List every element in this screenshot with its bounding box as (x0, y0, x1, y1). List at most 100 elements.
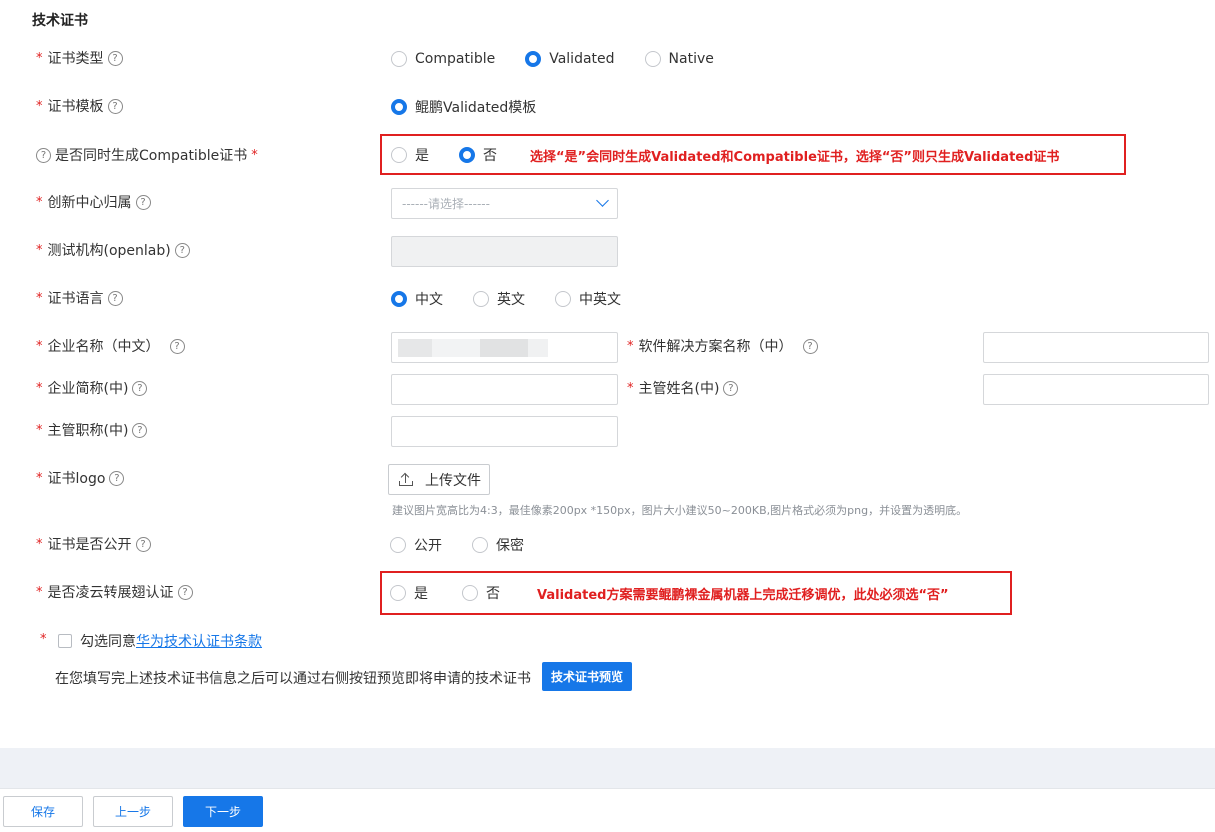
radio-circle[interactable] (555, 291, 571, 307)
save-button[interactable]: 保存 (3, 796, 83, 827)
redacted-block (528, 339, 548, 357)
cert-public-option-private[interactable]: 保密 (472, 535, 524, 555)
company-short-input[interactable] (391, 374, 618, 405)
help-icon[interactable]: ? (802, 338, 818, 354)
section-title: 技术证书 (32, 13, 88, 29)
innovation-center-select[interactable]: ------请选择------ (391, 188, 618, 219)
radio-circle[interactable] (644, 51, 661, 67)
help-icon[interactable]: ? (36, 147, 51, 163)
lingyun-label: * 是否凌云转展翅认证 ? (36, 582, 193, 602)
help-icon[interactable]: ? (723, 380, 739, 396)
cert-type-label: * 证书类型 ? (36, 48, 123, 68)
required-mark: * (36, 194, 43, 210)
cert-template-radio-group: 鲲鹏Validated模板 (391, 97, 566, 117)
radio-circle-selected[interactable] (391, 291, 407, 307)
cert-language-label: * 证书语言 ? (36, 288, 123, 308)
help-icon[interactable]: ? (135, 194, 151, 210)
help-icon[interactable]: ? (107, 290, 123, 306)
solution-name-input[interactable] (983, 332, 1209, 363)
prev-step-button[interactable]: 上一步 (93, 796, 173, 827)
required-mark: * (36, 50, 43, 66)
radio-circle[interactable] (390, 537, 406, 553)
cert-language-option-english[interactable]: 英文 (473, 289, 525, 309)
radio-circle-selected[interactable] (391, 99, 407, 115)
radio-circle[interactable] (391, 51, 407, 67)
help-icon[interactable]: ? (169, 338, 185, 354)
help-icon[interactable]: ? (132, 422, 148, 438)
test-org-label: * 测试机构(openlab) ? (36, 240, 190, 260)
required-mark: * (36, 338, 43, 354)
cert-template-option-kunpeng[interactable]: 鲲鹏Validated模板 (391, 97, 536, 117)
cert-language-option-bilingual[interactable]: 中英文 (555, 289, 621, 309)
gen-compatible-radio-group: 是 否 (391, 145, 527, 165)
cert-public-radio-group: 公开 保密 (390, 535, 554, 555)
logo-hint-text: 建议图片宽高比为4:3，最佳像素200px *150px，图片大小建议50~20… (392, 504, 968, 517)
redacted-block (480, 339, 528, 357)
cert-type-radio-group: Compatible Validated Native (391, 49, 744, 69)
annotation-text-lingyun: Validated方案需要鲲鹏裸金属机器上完成迁移调优，此处必须选“否” (537, 588, 949, 603)
select-placeholder: ------请选择------ (402, 197, 490, 211)
cert-preview-button[interactable]: 技术证书预览 (542, 662, 632, 691)
help-icon[interactable]: ? (135, 536, 151, 552)
upload-file-button[interactable]: 上传文件 (388, 464, 490, 495)
radio-circle-selected[interactable] (459, 147, 475, 163)
company-name-label: * 企业名称（中文） ? (36, 336, 185, 356)
required-mark: * (36, 470, 43, 486)
gen-compatible-label: ? 是否同时生成Compatible证书 * (36, 145, 258, 165)
terms-link[interactable]: 华为技术认证书条款 (136, 634, 262, 650)
required-mark: * (36, 242, 43, 258)
radio-circle[interactable] (390, 585, 406, 601)
lingyun-option-no[interactable]: 否 (462, 583, 500, 603)
required-mark: * (36, 536, 43, 552)
radio-circle[interactable] (472, 537, 488, 553)
required-mark: * (251, 147, 258, 163)
company-name-input[interactable] (391, 332, 618, 363)
innovation-center-label: * 创新中心归属 ? (36, 192, 151, 212)
upload-icon (399, 472, 413, 486)
redacted-block (432, 339, 480, 357)
radio-circle-selected[interactable] (525, 51, 542, 67)
company-short-label: * 企业简称(中) ? (36, 378, 148, 398)
required-mark: * (36, 422, 43, 438)
required-mark: * (627, 338, 634, 354)
next-step-button[interactable]: 下一步 (183, 796, 263, 827)
help-icon[interactable]: ? (109, 470, 125, 486)
help-icon[interactable]: ? (174, 242, 190, 258)
cert-language-option-chinese[interactable]: 中文 (391, 289, 443, 309)
cert-template-label: * 证书模板 ? (36, 96, 123, 116)
required-mark: * (36, 98, 43, 114)
help-icon[interactable]: ? (177, 584, 193, 600)
manager-title-label: * 主管职称(中) ? (36, 420, 148, 440)
radio-circle[interactable] (391, 147, 407, 163)
cert-public-label: * 证书是否公开 ? (36, 534, 151, 554)
test-org-input (391, 236, 618, 267)
required-mark: * (40, 632, 47, 647)
required-mark: * (36, 584, 43, 600)
manager-name-label: * 主管姓名(中) ? (627, 378, 739, 398)
help-icon[interactable]: ? (107, 50, 123, 66)
radio-circle[interactable] (462, 585, 478, 601)
cert-type-option-validated[interactable]: Validated (525, 51, 615, 67)
cert-type-option-native[interactable]: Native (644, 51, 714, 67)
cert-language-radio-group: 中文 英文 中英文 (391, 289, 651, 309)
chevron-down-icon (596, 194, 609, 207)
lingyun-option-yes[interactable]: 是 (390, 583, 428, 603)
gen-compatible-option-yes[interactable]: 是 (391, 145, 429, 165)
help-icon[interactable]: ? (132, 380, 148, 396)
help-icon[interactable]: ? (107, 98, 123, 114)
agreement-checkbox[interactable] (58, 634, 72, 648)
gen-compatible-option-no[interactable]: 否 (459, 145, 497, 165)
cert-type-option-compatible[interactable]: Compatible (391, 51, 495, 67)
required-mark: * (36, 380, 43, 396)
annotation-text-compatible: 选择“是”会同时生成Validated和Compatible证书，选择“否”则只… (530, 150, 1060, 165)
manager-title-input[interactable] (391, 416, 618, 447)
cert-public-option-public[interactable]: 公开 (390, 535, 442, 555)
cert-logo-label: * 证书logo ? (36, 468, 125, 488)
manager-name-input[interactable] (983, 374, 1209, 405)
preview-description: 在您填写完上述技术证书信息之后可以通过右侧按钮预览即将申请的技术证书 (55, 671, 531, 687)
page-background-band (0, 748, 1215, 788)
agreement-text: 勾选同意华为技术认证书条款 (80, 634, 262, 650)
lingyun-radio-group: 是 否 (390, 583, 530, 603)
required-mark: * (627, 380, 634, 396)
radio-circle[interactable] (473, 291, 489, 307)
